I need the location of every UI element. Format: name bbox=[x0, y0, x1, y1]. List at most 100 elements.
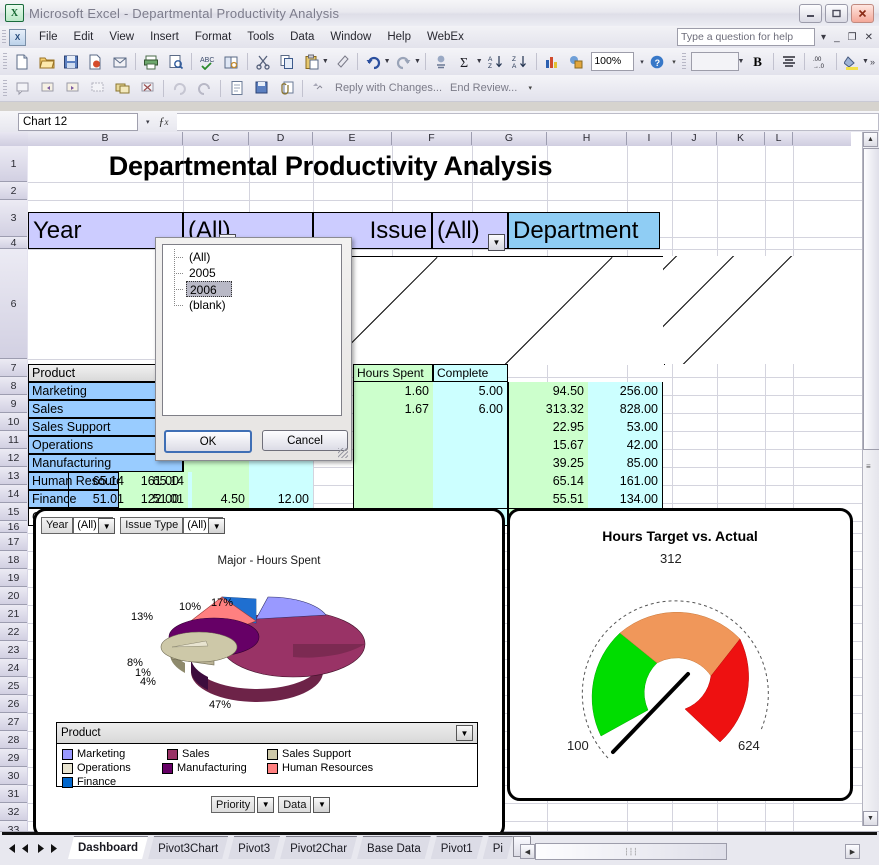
page-filter-dropdown-issue[interactable]: ▼ bbox=[488, 234, 505, 251]
row-header-30[interactable]: 30 bbox=[0, 767, 27, 785]
row-header-15[interactable]: 15 bbox=[0, 503, 27, 521]
bold-icon[interactable]: B bbox=[746, 50, 768, 73]
menu-help[interactable]: Help bbox=[379, 29, 419, 45]
row-header-20[interactable]: 20 bbox=[0, 587, 27, 605]
reviewing-toolbar-grip[interactable] bbox=[3, 80, 7, 97]
help-dropdown-icon[interactable]: ▾ bbox=[819, 32, 828, 43]
autosum-sigma-icon[interactable]: Σ bbox=[454, 50, 476, 73]
doc-minimize-button[interactable]: _ bbox=[832, 32, 842, 43]
table-cell[interactable]: 828.00 bbox=[588, 400, 663, 418]
restore-button[interactable] bbox=[825, 4, 848, 23]
gauge-chart-panel[interactable]: Hours Target vs. Actual 312 100 624 bbox=[507, 508, 853, 801]
drawing-icon[interactable] bbox=[565, 50, 587, 73]
pie-chart-panel[interactable]: Year (All) ▼ Issue Type (All) ▼ Major - … bbox=[33, 508, 505, 832]
new-comment-icon[interactable] bbox=[11, 77, 34, 100]
menu-window[interactable]: Window bbox=[322, 29, 379, 45]
table-cell[interactable] bbox=[353, 418, 433, 436]
print-icon[interactable] bbox=[140, 50, 162, 73]
help-question-icon[interactable]: ? bbox=[646, 50, 668, 73]
table-cell[interactable] bbox=[433, 454, 508, 472]
legend-field-header[interactable]: Product ▼ bbox=[57, 723, 477, 744]
row-header-13[interactable]: 13 bbox=[0, 467, 27, 485]
table-cell[interactable]: 65.14 bbox=[508, 472, 588, 490]
sheet-tab-dashboard[interactable]: Dashboard bbox=[68, 836, 148, 859]
row-header-6[interactable]: 6 bbox=[0, 249, 27, 359]
attach-icon[interactable] bbox=[275, 77, 298, 100]
close-button[interactable] bbox=[851, 4, 874, 23]
row-header-32[interactable]: 32 bbox=[0, 803, 27, 821]
zoom-dropdown-arrow-icon[interactable]: ▾ bbox=[640, 58, 644, 66]
email-icon[interactable] bbox=[109, 50, 131, 73]
year-option-2005[interactable]: 2005 bbox=[163, 265, 341, 281]
column-header-D[interactable]: D bbox=[249, 132, 313, 145]
copy-icon[interactable] bbox=[276, 50, 298, 73]
table-cell[interactable]: 6.00 bbox=[433, 400, 508, 418]
track-changes-icon[interactable] bbox=[168, 77, 191, 100]
row-header-11[interactable]: 11 bbox=[0, 431, 27, 449]
vertical-scroll-thumb[interactable] bbox=[863, 148, 879, 450]
pie-filter-label-issue-type[interactable]: Issue Type bbox=[120, 517, 183, 534]
toolbar-overflow-button[interactable]: » bbox=[870, 57, 879, 67]
year-option-blank[interactable]: (blank) bbox=[163, 297, 341, 313]
table-cell-major[interactable]: 161.00 bbox=[128, 472, 183, 490]
table-cell[interactable] bbox=[249, 472, 313, 490]
reply-with-changes-label[interactable]: Reply with Changes... bbox=[331, 82, 446, 94]
sheet-tab-pivot3chart[interactable]: Pivot3Chart bbox=[148, 836, 228, 859]
style-dropdown-arrow-icon[interactable]: ▼ bbox=[737, 58, 744, 65]
row-header-27[interactable]: 27 bbox=[0, 713, 27, 731]
sheet-tab-pivot2char[interactable]: Pivot2Char bbox=[280, 836, 357, 859]
menu-tools[interactable]: Tools bbox=[239, 29, 282, 45]
row-header-2[interactable]: 2 bbox=[0, 182, 27, 200]
table-cell[interactable]: 1.67 bbox=[353, 400, 433, 418]
row-header-4[interactable]: 4 bbox=[0, 237, 27, 249]
sort-descending-icon[interactable]: ZA bbox=[509, 50, 531, 73]
table-cell[interactable]: 42.00 bbox=[588, 436, 663, 454]
permission-icon[interactable] bbox=[84, 50, 106, 73]
insert-function-icon[interactable]: ƒx bbox=[151, 114, 177, 129]
name-box-dropdown-arrow-icon[interactable]: ▾ bbox=[146, 118, 150, 126]
next-comment-icon[interactable] bbox=[61, 77, 84, 100]
redo-history-arrow-icon[interactable]: ▼ bbox=[414, 58, 421, 65]
new-document-icon[interactable] bbox=[11, 50, 33, 73]
table-cell[interactable] bbox=[353, 490, 433, 508]
doc-restore-button[interactable]: ❐ bbox=[846, 32, 859, 43]
sheet-tab-pivot1[interactable]: Pivot1 bbox=[431, 836, 483, 859]
table-cell[interactable] bbox=[353, 454, 433, 472]
footer-field-priority[interactable]: Priority bbox=[211, 796, 255, 813]
menu-data[interactable]: Data bbox=[282, 29, 322, 45]
row-header-12[interactable]: 12 bbox=[0, 449, 27, 467]
row-header-28[interactable]: 28 bbox=[0, 731, 27, 749]
update-file-icon[interactable] bbox=[250, 77, 273, 100]
doc-close-button[interactable]: ✕ bbox=[863, 32, 875, 43]
column-header-K[interactable]: K bbox=[717, 132, 765, 145]
row-header-3[interactable]: 3 bbox=[0, 200, 27, 237]
next-sheet-button[interactable] bbox=[33, 840, 48, 856]
name-box[interactable]: Chart 12 bbox=[18, 113, 138, 131]
vertical-scrollbar[interactable]: ▲ ≡ ▼ bbox=[862, 132, 879, 826]
table-cell[interactable]: 12.00 bbox=[249, 490, 313, 508]
row-header-17[interactable]: 17 bbox=[0, 533, 27, 551]
table-cell[interactable]: 313.32 bbox=[508, 400, 588, 418]
reviewing-toolbar-options-button[interactable]: ▾ bbox=[525, 77, 535, 99]
table-cell-major[interactable]: 65.14 bbox=[68, 472, 128, 490]
row-header-18[interactable]: 18 bbox=[0, 551, 27, 569]
vertical-split-handle[interactable]: ≡ bbox=[866, 462, 871, 471]
row-header-31[interactable]: 31 bbox=[0, 785, 27, 803]
accept-reject-icon[interactable] bbox=[193, 77, 216, 100]
row-header-24[interactable]: 24 bbox=[0, 659, 27, 677]
zoom-input[interactable]: 100% bbox=[591, 52, 634, 71]
table-cell[interactable] bbox=[353, 472, 433, 490]
first-sheet-button[interactable] bbox=[3, 840, 18, 856]
undo-icon[interactable] bbox=[362, 50, 384, 73]
pie-filter-label-year[interactable]: Year bbox=[41, 517, 73, 534]
table-cell[interactable]: 15.67 bbox=[508, 436, 588, 454]
help-search-input[interactable]: Type a question for help bbox=[677, 28, 815, 46]
table-cell[interactable] bbox=[433, 472, 508, 490]
year-option-2006[interactable]: 2006 bbox=[186, 281, 232, 297]
research-icon[interactable] bbox=[220, 50, 242, 73]
column-header-H[interactable]: H bbox=[547, 132, 627, 145]
standard-toolbar-grip[interactable] bbox=[3, 53, 7, 70]
sort-ascending-icon[interactable]: AZ bbox=[485, 50, 507, 73]
menu-webex[interactable]: WebEx bbox=[419, 29, 472, 45]
undo-history-arrow-icon[interactable]: ▼ bbox=[384, 58, 391, 65]
